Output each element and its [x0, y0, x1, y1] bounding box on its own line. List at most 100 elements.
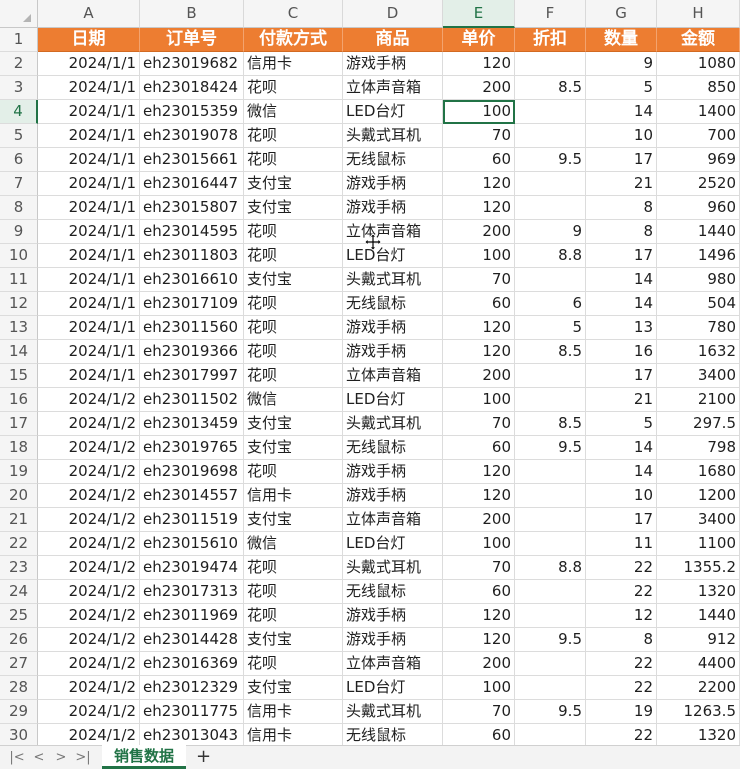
table-cell[interactable]: 1320: [657, 580, 740, 604]
table-cell[interactable]: eh23015807: [140, 196, 244, 220]
table-cell[interactable]: 1100: [657, 532, 740, 556]
table-cell[interactable]: 120: [443, 484, 515, 508]
column-header-h[interactable]: H: [657, 0, 740, 28]
table-cell[interactable]: 9.5: [515, 700, 586, 724]
table-cell[interactable]: 1496: [657, 244, 740, 268]
table-cell[interactable]: 8.5: [515, 412, 586, 436]
table-cell[interactable]: 2024/1/2: [38, 484, 140, 508]
select-all-corner[interactable]: [0, 0, 38, 28]
table-cell[interactable]: 信用卡: [244, 724, 343, 745]
table-cell[interactable]: 19: [586, 700, 657, 724]
table-cell[interactable]: 2024/1/1: [38, 100, 140, 124]
table-cell[interactable]: 2024/1/2: [38, 580, 140, 604]
table-cell[interactable]: 立体声音箱: [343, 220, 443, 244]
table-cell[interactable]: 1632: [657, 340, 740, 364]
table-cell[interactable]: 2024/1/1: [38, 76, 140, 100]
table-cell[interactable]: 花呗: [244, 244, 343, 268]
table-cell[interactable]: 6: [515, 292, 586, 316]
table-cell[interactable]: 16: [586, 340, 657, 364]
table-cell[interactable]: 22: [586, 652, 657, 676]
table-cell[interactable]: eh23018424: [140, 76, 244, 100]
table-cell[interactable]: eh23013459: [140, 412, 244, 436]
table-cell[interactable]: 支付宝: [244, 508, 343, 532]
table-cell[interactable]: 头戴式耳机: [343, 412, 443, 436]
table-cell[interactable]: 969: [657, 148, 740, 172]
table-cell[interactable]: 支付宝: [244, 172, 343, 196]
table-cell[interactable]: 2520: [657, 172, 740, 196]
table-cell[interactable]: 120: [443, 172, 515, 196]
table-cell[interactable]: 2024/1/1: [38, 316, 140, 340]
table-cell[interactable]: LED台灯: [343, 244, 443, 268]
table-cell[interactable]: 2024/1/2: [38, 628, 140, 652]
table-cell[interactable]: 立体声音箱: [343, 652, 443, 676]
table-cell[interactable]: 8.5: [515, 76, 586, 100]
table-cell[interactable]: 1200: [657, 484, 740, 508]
table-cell[interactable]: 14: [586, 268, 657, 292]
table-cell[interactable]: 100: [443, 244, 515, 268]
table-cell[interactable]: 5: [586, 412, 657, 436]
table-cell[interactable]: 798: [657, 436, 740, 460]
table-cell[interactable]: 17: [586, 508, 657, 532]
column-header-d[interactable]: D: [343, 0, 443, 28]
table-cell[interactable]: 花呗: [244, 292, 343, 316]
table-cell[interactable]: 2024/1/1: [38, 244, 140, 268]
table-cell[interactable]: 游戏手柄: [343, 52, 443, 76]
table-cell[interactable]: 8.8: [515, 244, 586, 268]
table-cell[interactable]: 微信: [244, 100, 343, 124]
table-cell[interactable]: 14: [586, 460, 657, 484]
prev-sheet-icon[interactable]: <: [30, 749, 48, 767]
table-cell[interactable]: 花呗: [244, 556, 343, 580]
table-cell[interactable]: 9: [586, 52, 657, 76]
table-cell[interactable]: 头戴式耳机: [343, 268, 443, 292]
table-cell[interactable]: 支付宝: [244, 196, 343, 220]
table-cell[interactable]: 2024/1/1: [38, 364, 140, 388]
table-cell[interactable]: 支付宝: [244, 676, 343, 700]
table-cell[interactable]: eh23015661: [140, 148, 244, 172]
table-cell[interactable]: eh23011969: [140, 604, 244, 628]
table-cell[interactable]: 2024/1/2: [38, 676, 140, 700]
table-cell[interactable]: eh23019682: [140, 52, 244, 76]
table-cell[interactable]: eh23016369: [140, 652, 244, 676]
table-cell[interactable]: 100: [443, 676, 515, 700]
table-cell[interactable]: 60: [443, 580, 515, 604]
table-cell[interactable]: 8: [586, 196, 657, 220]
table-cell[interactable]: 21: [586, 172, 657, 196]
table-cell[interactable]: 花呗: [244, 364, 343, 388]
header-cell[interactable]: 折扣: [515, 28, 586, 52]
table-cell[interactable]: [515, 652, 586, 676]
table-cell[interactable]: 游戏手柄: [343, 340, 443, 364]
table-cell[interactable]: 5: [586, 76, 657, 100]
table-cell[interactable]: 2024/1/1: [38, 340, 140, 364]
table-cell[interactable]: 2024/1/2: [38, 532, 140, 556]
column-header-a[interactable]: A: [38, 0, 140, 28]
table-cell[interactable]: 17: [586, 364, 657, 388]
table-cell[interactable]: 无线鼠标: [343, 436, 443, 460]
header-cell[interactable]: 金额: [657, 28, 740, 52]
table-cell[interactable]: 100: [443, 532, 515, 556]
table-cell[interactable]: 100: [443, 388, 515, 412]
table-cell[interactable]: 14: [586, 436, 657, 460]
table-cell[interactable]: 1440: [657, 604, 740, 628]
table-cell[interactable]: 花呗: [244, 580, 343, 604]
table-cell[interactable]: 2024/1/1: [38, 196, 140, 220]
table-cell[interactable]: 60: [443, 436, 515, 460]
table-cell[interactable]: [515, 580, 586, 604]
table-cell[interactable]: 花呗: [244, 460, 343, 484]
table-cell[interactable]: LED台灯: [343, 100, 443, 124]
table-cell[interactable]: eh23014557: [140, 484, 244, 508]
table-cell[interactable]: 70: [443, 700, 515, 724]
table-cell[interactable]: 头戴式耳机: [343, 700, 443, 724]
table-cell[interactable]: eh23019698: [140, 460, 244, 484]
header-cell[interactable]: 日期: [38, 28, 140, 52]
table-cell[interactable]: 2024/1/1: [38, 172, 140, 196]
table-cell[interactable]: 22: [586, 556, 657, 580]
table-cell[interactable]: LED台灯: [343, 532, 443, 556]
table-cell[interactable]: 无线鼠标: [343, 580, 443, 604]
table-cell[interactable]: 2024/1/1: [38, 148, 140, 172]
table-cell[interactable]: [515, 388, 586, 412]
header-cell[interactable]: 付款方式: [244, 28, 343, 52]
table-cell[interactable]: 2024/1/2: [38, 700, 140, 724]
table-cell[interactable]: eh23019366: [140, 340, 244, 364]
table-cell[interactable]: 1400: [657, 100, 740, 124]
table-cell[interactable]: 120: [443, 604, 515, 628]
